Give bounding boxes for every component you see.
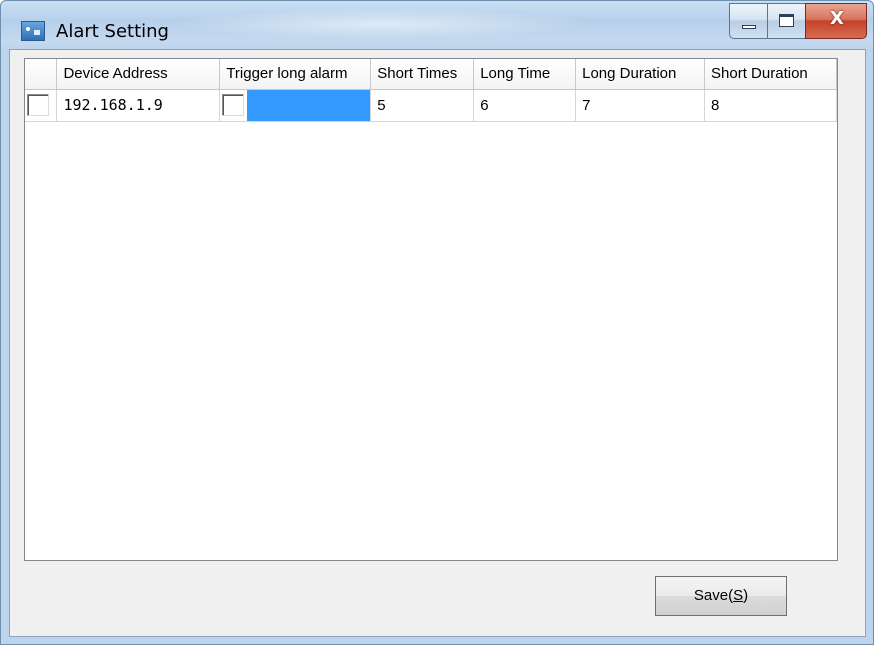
trigger-long-alarm-cell[interactable] bbox=[219, 89, 372, 122]
short-duration-cell[interactable]: 8 bbox=[704, 89, 837, 122]
title-bar[interactable]: Alart Setting X bbox=[1, 1, 873, 49]
header-row: Device Address Trigger long alarm Short … bbox=[25, 59, 837, 90]
client-area: Device Address Trigger long alarm Short … bbox=[9, 49, 866, 637]
maximize-icon bbox=[779, 14, 794, 27]
alarm-settings-grid[interactable]: Device Address Trigger long alarm Short … bbox=[24, 58, 838, 561]
row-select-cell bbox=[25, 89, 58, 122]
save-button-label-end: ) bbox=[743, 587, 749, 604]
window-controls: X bbox=[729, 3, 867, 39]
save-button-label: Save( bbox=[693, 587, 734, 604]
column-header-trigger-long-alarm[interactable]: Trigger long alarm bbox=[219, 59, 372, 90]
table-row[interactable]: 192.168.1.9 5 6 7 8 bbox=[25, 89, 837, 122]
device-address-cell[interactable]: 192.168.1.9 bbox=[56, 89, 221, 122]
app-icon bbox=[21, 21, 45, 41]
alert-setting-window: Alart Setting X Device Address Trigger l… bbox=[0, 0, 874, 645]
column-header-long-time[interactable]: Long Time bbox=[473, 59, 577, 90]
long-time-cell[interactable]: 6 bbox=[473, 89, 577, 122]
settings-table: Device Address Trigger long alarm Short … bbox=[25, 59, 837, 122]
window-title: Alart Setting bbox=[56, 21, 169, 42]
short-times-cell[interactable]: 5 bbox=[370, 89, 475, 122]
column-header-select[interactable] bbox=[25, 59, 58, 90]
trigger-long-alarm-checkbox[interactable] bbox=[222, 94, 245, 116]
column-header-short-times[interactable]: Short Times bbox=[370, 59, 475, 90]
close-button[interactable]: X bbox=[805, 3, 867, 39]
column-header-short-duration[interactable]: Short Duration bbox=[704, 59, 837, 90]
selection-highlight bbox=[247, 89, 370, 120]
column-header-long-duration[interactable]: Long Duration bbox=[575, 59, 706, 90]
minimize-button[interactable] bbox=[729, 3, 767, 39]
row-select-checkbox[interactable] bbox=[27, 94, 49, 116]
save-button-mnemonic: S bbox=[733, 587, 744, 604]
long-duration-cell[interactable]: 7 bbox=[575, 89, 706, 122]
close-icon: X bbox=[830, 8, 844, 29]
maximize-button[interactable] bbox=[767, 3, 805, 39]
minimize-icon bbox=[742, 25, 756, 29]
save-button[interactable]: Save(S) bbox=[655, 576, 787, 616]
column-header-device-address[interactable]: Device Address bbox=[56, 59, 221, 90]
title-bar-glow bbox=[171, 9, 591, 39]
